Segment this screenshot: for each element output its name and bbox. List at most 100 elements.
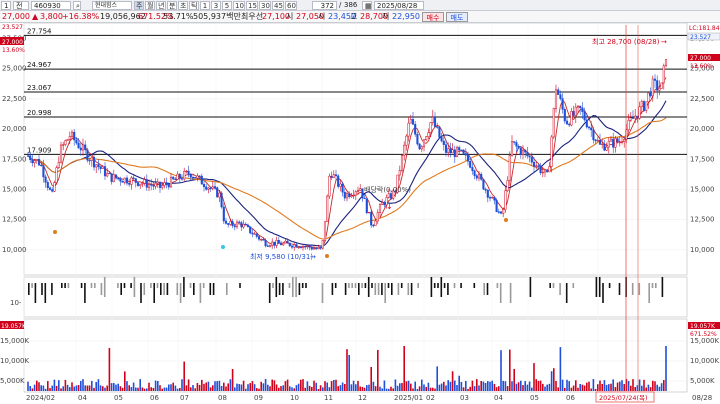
oscillator-bar bbox=[509, 283, 512, 303]
volume-bar bbox=[489, 381, 491, 391]
period-select[interactable]: 1 bbox=[1, 1, 11, 10]
price-tick-left: 17,500 bbox=[2, 155, 27, 163]
timeframe-2[interactable]: 년 bbox=[156, 1, 166, 10]
timeframe-7[interactable]: 3 bbox=[211, 1, 221, 10]
up-arrow-icon: ▲ bbox=[32, 12, 39, 21]
candle-body bbox=[112, 174, 115, 182]
oscillator-bar bbox=[80, 283, 83, 288]
sell-button[interactable]: 매도 bbox=[446, 12, 468, 22]
candle-body bbox=[343, 191, 346, 199]
candle-body bbox=[134, 178, 137, 183]
volume-bar bbox=[460, 381, 463, 391]
timeframe-8[interactable]: 5 bbox=[222, 1, 232, 10]
calendar-icon[interactable]: ▦ bbox=[362, 1, 372, 10]
timeframe-6[interactable]: 1 bbox=[200, 1, 210, 10]
candle-body bbox=[310, 247, 313, 250]
timeframe-12[interactable]: 45 bbox=[272, 1, 284, 10]
stock-chart[interactable]: 27.75424.96723.06720.99817.909 27,50027,… bbox=[0, 23, 720, 404]
candle-body bbox=[224, 220, 228, 224]
timeframe-3[interactable]: 분 bbox=[167, 1, 177, 10]
candle-body bbox=[150, 184, 153, 186]
volume-bar bbox=[128, 385, 130, 391]
candle-body bbox=[106, 172, 109, 177]
candle-body bbox=[524, 149, 527, 153]
candle-body bbox=[97, 164, 100, 167]
oscillator-bar bbox=[661, 277, 664, 297]
signal-marker bbox=[221, 245, 225, 249]
date-input[interactable]: 2025/08/28 bbox=[374, 1, 424, 10]
candle-body bbox=[356, 190, 360, 192]
candle-body bbox=[651, 78, 654, 97]
candle-body bbox=[400, 155, 404, 171]
dividend-annotation: 배당락(0.00%) bbox=[364, 185, 411, 194]
candle-body bbox=[653, 78, 657, 81]
signal-marker bbox=[53, 230, 57, 234]
volume-bar bbox=[396, 385, 399, 391]
volume-bar bbox=[513, 368, 515, 391]
candle-body bbox=[568, 123, 571, 126]
candle-body bbox=[75, 139, 78, 144]
volume-bar bbox=[566, 379, 568, 391]
timeframe-1[interactable]: 월 bbox=[145, 1, 155, 10]
volume-bar bbox=[212, 385, 214, 391]
candle-body bbox=[620, 141, 624, 143]
volume-bar bbox=[539, 380, 542, 391]
volume-bar bbox=[93, 387, 95, 391]
price-tick-left: 20,000 bbox=[2, 125, 27, 133]
oscillator-bar bbox=[496, 283, 499, 288]
candle-body bbox=[462, 149, 465, 154]
volume-bar bbox=[621, 380, 623, 391]
buy-button[interactable]: 매수 bbox=[422, 12, 444, 22]
volume-tick-left: 5,000K bbox=[0, 377, 25, 385]
timeframe-0[interactable]: 주 bbox=[134, 1, 144, 10]
stock-code-input[interactable]: 460930 bbox=[31, 1, 71, 10]
volume-bar bbox=[599, 380, 601, 391]
volume-bar bbox=[174, 385, 177, 391]
volume-bar bbox=[104, 387, 106, 391]
volume-bar bbox=[553, 368, 555, 391]
oscillator-bar bbox=[483, 283, 485, 295]
candle-body bbox=[662, 65, 665, 84]
candle-body bbox=[323, 221, 327, 241]
volume-bar bbox=[209, 387, 212, 391]
timeframe-4[interactable]: 초 bbox=[178, 1, 188, 10]
candle-body bbox=[389, 193, 393, 199]
volume-bar bbox=[152, 387, 155, 391]
candle-body bbox=[271, 241, 274, 246]
zoom-input[interactable]: 372 bbox=[312, 1, 337, 10]
candle-body bbox=[486, 189, 489, 198]
search-icon[interactable]: ⌕ bbox=[73, 1, 81, 10]
candle-body bbox=[235, 221, 239, 228]
candle-body bbox=[640, 101, 643, 107]
timeframe-9[interactable]: 10 bbox=[233, 1, 245, 10]
candle-body bbox=[301, 245, 305, 248]
oscillator-bar bbox=[31, 283, 33, 288]
oscillator-bar bbox=[460, 283, 462, 288]
trade-amount: 505,937백만 bbox=[193, 12, 241, 21]
timeframe-10[interactable]: 15 bbox=[246, 1, 258, 10]
timeframe-13[interactable]: 60 bbox=[285, 1, 297, 10]
volume-bar bbox=[40, 385, 42, 391]
oscillator-bar bbox=[292, 277, 294, 297]
candle-body bbox=[359, 188, 362, 191]
market-select[interactable]: 전 bbox=[13, 1, 29, 10]
volume-bar bbox=[73, 386, 75, 391]
candle-body bbox=[642, 101, 646, 111]
volume-bar bbox=[84, 385, 86, 391]
timeframe-11[interactable]: 30 bbox=[259, 1, 271, 10]
candle-body bbox=[297, 246, 300, 249]
oscillator-bar bbox=[166, 283, 169, 295]
oscillator-bar bbox=[608, 283, 611, 288]
timeframe-5[interactable]: 틱 bbox=[189, 1, 199, 10]
volume-bar bbox=[341, 382, 344, 391]
oscillator-bar bbox=[618, 283, 621, 295]
volume-bar bbox=[379, 386, 381, 391]
candle-body bbox=[631, 117, 635, 119]
candle-body bbox=[464, 153, 467, 156]
candle-body bbox=[178, 173, 181, 179]
candle-body bbox=[537, 165, 540, 167]
volume-bar bbox=[328, 387, 331, 391]
oscillator-bar bbox=[358, 283, 360, 295]
volume-bar bbox=[388, 388, 390, 391]
oscillator-bar bbox=[163, 283, 165, 295]
